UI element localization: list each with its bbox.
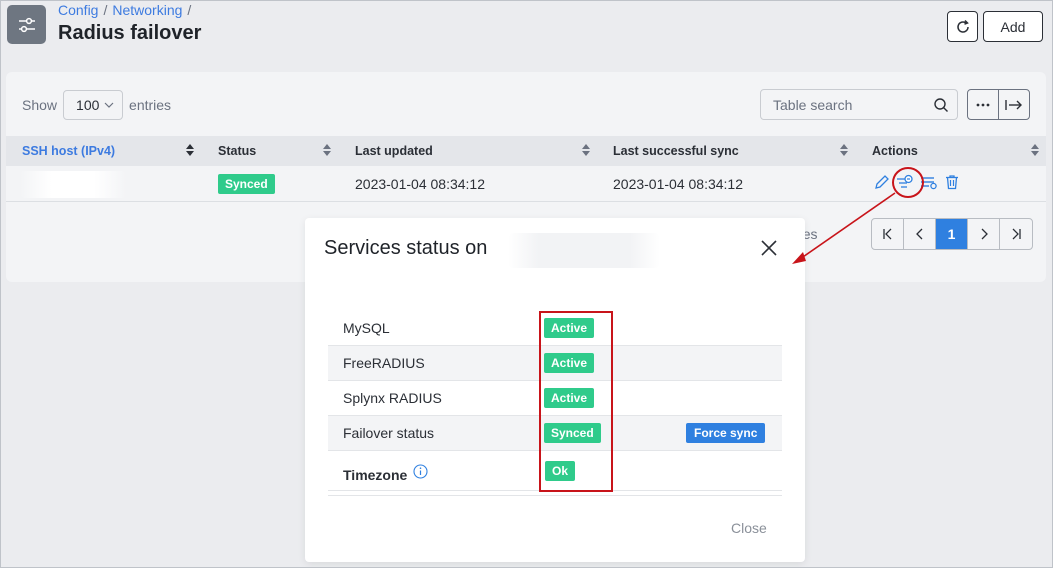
page-size-control: Show 100 entries: [22, 90, 171, 120]
close-icon[interactable]: [760, 239, 778, 262]
edit-icon[interactable]: [874, 174, 890, 190]
search-icon: [934, 97, 948, 112]
entries-label: entries: [129, 97, 172, 113]
prev-page-button[interactable]: [904, 219, 936, 249]
column-ssh-host[interactable]: SSH host (IPv4): [22, 144, 115, 158]
more-horizontal-icon: [976, 103, 990, 106]
delete-icon[interactable]: [944, 174, 960, 190]
sliders-icon: [18, 17, 35, 32]
page-size-value: 100: [76, 97, 100, 113]
column-last-successful-sync[interactable]: Last successful sync: [613, 144, 739, 158]
table-tools: [967, 89, 1030, 120]
search-placeholder: Table search: [773, 96, 853, 113]
sort-icon[interactable]: [186, 144, 194, 159]
page-button-current[interactable]: 1: [936, 219, 968, 249]
more-options-button[interactable]: [968, 90, 999, 119]
sort-icon[interactable]: [840, 144, 848, 159]
column-last-updated[interactable]: Last updated: [355, 144, 433, 158]
page-title: Radius failover: [58, 22, 202, 44]
ssh-host-redacted: [20, 171, 126, 198]
page-size-select[interactable]: 100: [63, 90, 124, 120]
modal-title: Services status on: [324, 237, 488, 259]
table-search-input[interactable]: Table search: [760, 89, 958, 120]
sort-icon[interactable]: [1031, 144, 1039, 159]
add-button[interactable]: Add: [983, 11, 1043, 42]
next-page-button[interactable]: [968, 219, 1000, 249]
show-label: Show: [22, 97, 58, 113]
last-page-icon: [1012, 228, 1021, 240]
last-updated-cell: 2023-01-04 08:34:12: [355, 176, 485, 192]
column-actions: Actions: [872, 144, 918, 158]
modal-divider: [328, 495, 782, 496]
breadcrumb-config[interactable]: Config: [58, 2, 98, 18]
export-button[interactable]: [999, 90, 1029, 119]
refresh-button[interactable]: [947, 11, 978, 42]
chevron-left-icon: [915, 228, 922, 240]
config-app-icon: [7, 5, 46, 44]
sort-icon[interactable]: [582, 144, 590, 159]
last-sync-cell: 2023-01-04 08:34:12: [613, 176, 743, 192]
table-header: SSH host (IPv4) Status Last updated Last…: [6, 136, 1046, 166]
refresh-icon: [956, 19, 969, 33]
service-name: Splynx RADIUS: [343, 390, 442, 406]
first-page-icon: [882, 228, 891, 240]
chevron-down-icon: [104, 102, 114, 108]
chevron-right-icon: [981, 228, 988, 240]
close-button[interactable]: Close: [731, 520, 767, 536]
column-status[interactable]: Status: [218, 144, 256, 158]
highlight-circle-annotation: [892, 167, 924, 198]
table-row: Synced 2023-01-04 08:34:12 2023-01-04 08…: [6, 167, 1046, 202]
highlight-box-annotation: [539, 311, 613, 492]
service-name: Timezone: [343, 467, 408, 483]
service-name: MySQL: [343, 320, 390, 336]
service-name: FreeRADIUS: [343, 355, 425, 371]
first-page-button[interactable]: [872, 219, 904, 249]
export-arrow-icon: [1005, 99, 1022, 110]
sort-icon[interactable]: [323, 144, 331, 159]
host-ip-redacted: [508, 233, 660, 268]
info-icon[interactable]: [413, 464, 428, 482]
force-sync-button[interactable]: Force sync: [686, 423, 766, 443]
breadcrumb-networking[interactable]: Networking: [112, 2, 182, 18]
last-page-button[interactable]: [1000, 219, 1032, 249]
pagination: 1: [871, 218, 1033, 250]
breadcrumb: Config / Networking /: [58, 2, 192, 18]
service-name: Failover status: [343, 425, 435, 441]
status-badge: Synced: [218, 174, 275, 194]
